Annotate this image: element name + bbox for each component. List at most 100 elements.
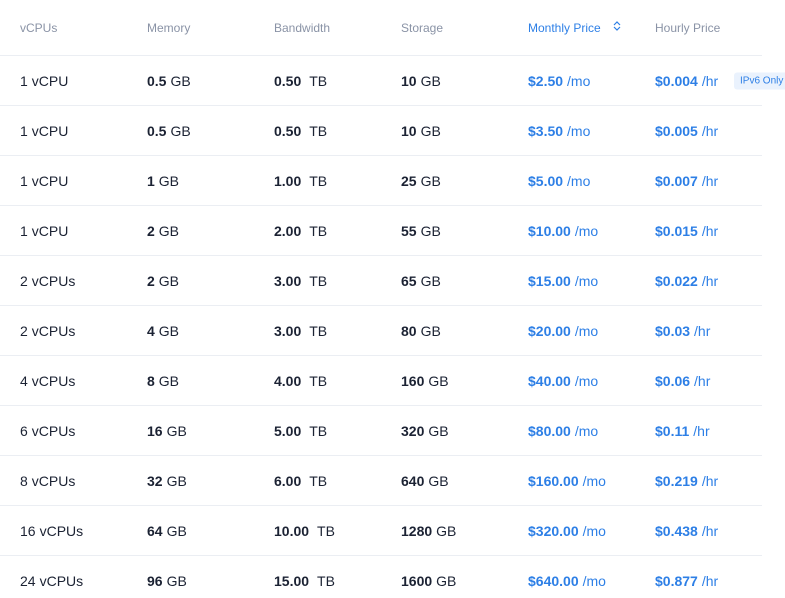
hourly-price-unit: /hr (701, 172, 719, 189)
bandwidth-value: 0.50 (274, 122, 302, 139)
monthly-price-cell: $20.00/mo (528, 306, 598, 355)
storage-value: 10 (401, 72, 417, 89)
table-row[interactable]: 2 vCPUs 4 GB 3.00 TB 80 GB $20.00/mo $0.03/h… (0, 306, 762, 356)
vcpu-count: 8 (20, 472, 28, 489)
storage-unit: GB (420, 172, 441, 189)
vcpu-unit: vCPUs (31, 322, 76, 339)
column-header-hourly-price[interactable]: Hourly Price (655, 0, 720, 55)
bandwidth-unit: TB (309, 272, 328, 289)
table-row[interactable]: 6 vCPUs 16 GB 5.00 TB 320 GB $80.00/mo $0.11… (0, 406, 762, 456)
storage-value: 80 (401, 322, 417, 339)
vcpu-cell: 16 vCPUs (20, 506, 83, 555)
vcpu-cell: 4 vCPUs (20, 356, 75, 405)
bandwidth-unit: TB (309, 72, 328, 89)
column-header-memory[interactable]: Memory (147, 0, 190, 55)
bandwidth-cell: 0.50 TB (274, 56, 327, 105)
bandwidth-cell: 5.00 TB (274, 406, 327, 455)
monthly-price-cell: $3.50/mo (528, 106, 590, 155)
monthly-price-unit: /mo (567, 72, 591, 89)
column-header-storage[interactable]: Storage (401, 0, 443, 55)
monthly-price-value: $10.00 (528, 222, 571, 239)
storage-unit: GB (420, 122, 441, 139)
memory-value: 2 (147, 272, 155, 289)
memory-value: 64 (147, 522, 163, 539)
vcpu-unit: vCPUs (31, 422, 76, 439)
vcpu-unit: vCPU (31, 172, 69, 189)
bandwidth-value: 2.00 (274, 222, 302, 239)
hourly-price-value: $0.005 (655, 122, 698, 139)
bandwidth-value: 6.00 (274, 472, 302, 489)
memory-value: 0.5 (147, 122, 167, 139)
monthly-price-value: $5.00 (528, 172, 564, 189)
memory-value: 16 (147, 422, 163, 439)
monthly-price-cell: $640.00/mo (528, 556, 606, 598)
hourly-price-value: $0.11 (655, 422, 690, 439)
hourly-price-unit: /hr (693, 422, 710, 439)
vcpu-cell: 1 vCPU (20, 106, 68, 155)
hourly-price-unit: /hr (701, 222, 719, 239)
sort-icon[interactable] (613, 21, 621, 34)
hourly-price-unit: /hr (701, 72, 719, 89)
bandwidth-unit: TB (309, 422, 328, 439)
memory-unit: GB (158, 322, 180, 339)
memory-unit: GB (158, 272, 180, 289)
hourly-price-cell: $0.007/hr (655, 156, 718, 205)
table-row[interactable]: 4 vCPUs 8 GB 4.00 TB 160 GB $40.00/mo $0.06/… (0, 356, 762, 406)
vcpu-unit: vCPUs (39, 522, 84, 539)
vcpu-cell: 1 vCPU (20, 156, 68, 205)
hourly-price-unit: /hr (701, 272, 719, 289)
monthly-price-value: $40.00 (528, 372, 571, 389)
column-header-monthly-price[interactable]: Monthly Price (528, 0, 621, 55)
vcpu-count: 6 (20, 422, 28, 439)
memory-cell: 96 GB (147, 556, 187, 598)
monthly-price-cell: $160.00/mo (528, 456, 606, 505)
vcpu-unit: vCPUs (31, 272, 76, 289)
storage-unit: GB (420, 222, 441, 239)
table-row[interactable]: 16 vCPUs 64 GB 10.00 TB 1280 GB $320.00/mo $… (0, 506, 762, 556)
storage-value: 320 (401, 422, 425, 439)
vcpu-count: 1 (20, 172, 28, 189)
column-header-bandwidth[interactable]: Bandwidth (274, 0, 330, 55)
hourly-price-value: $0.015 (655, 222, 698, 239)
vcpu-cell: 8 vCPUs (20, 456, 75, 505)
storage-cell: 10 GB (401, 106, 441, 155)
hourly-price-unit: /hr (694, 322, 711, 339)
table-row[interactable]: 24 vCPUs 96 GB 15.00 TB 1600 GB $640.00/mo $… (0, 556, 762, 598)
memory-cell: 4 GB (147, 306, 179, 355)
table-row[interactable]: 1 vCPU 2 GB 2.00 TB 55 GB $10.00/mo $0.015/h… (0, 206, 762, 256)
memory-cell: 32 GB (147, 456, 187, 505)
storage-unit: GB (420, 322, 441, 339)
vcpu-unit: vCPU (31, 72, 69, 89)
hourly-price-value: $0.219 (655, 472, 698, 489)
memory-cell: 8 GB (147, 356, 179, 405)
table-row[interactable]: 1 vCPU 0.5 GB 0.50 TB 10 GB $3.50/mo $0.005/… (0, 106, 762, 156)
memory-value: 8 (147, 372, 155, 389)
hourly-price-cell: $0.03/hr (655, 306, 710, 355)
memory-unit: GB (170, 72, 191, 89)
memory-unit: GB (170, 122, 191, 139)
vcpu-count: 2 (20, 272, 28, 289)
hourly-price-unit: /hr (694, 372, 711, 389)
bandwidth-cell: 4.00 TB (274, 356, 327, 405)
bandwidth-unit: TB (309, 372, 328, 389)
monthly-price-value: $320.00 (528, 522, 579, 539)
vcpu-cell: 2 vCPUs (20, 256, 75, 305)
vcpu-cell: 6 vCPUs (20, 406, 75, 455)
memory-value: 1 (147, 172, 155, 189)
storage-cell: 10 GB (401, 56, 441, 105)
bandwidth-cell: 2.00 TB (274, 206, 327, 255)
table-row[interactable]: 8 vCPUs 32 GB 6.00 TB 640 GB $160.00/mo $0.2… (0, 456, 762, 506)
table-row[interactable]: 2 vCPUs 2 GB 3.00 TB 65 GB $15.00/mo $0.022/… (0, 256, 762, 306)
vcpu-count: 1 (20, 222, 28, 239)
column-header-vcpus[interactable]: vCPUs (20, 0, 57, 55)
table-header: vCPUs Memory Bandwidth Storage Monthly P… (0, 0, 762, 56)
table-row[interactable]: 1 vCPU 0.5 GB 0.50 TB 10 GB $2.50/mo $0.004/… (0, 56, 785, 106)
vcpu-unit: vCPU (31, 222, 69, 239)
vcpu-unit: vCPUs (31, 372, 76, 389)
vcpu-count: 1 (20, 122, 28, 139)
monthly-price-cell: $5.00/mo (528, 156, 590, 205)
hourly-price-unit: /hr (701, 522, 719, 539)
table-row[interactable]: 1 vCPU 1 GB 1.00 TB 25 GB $5.00/mo $0.007/hr (0, 156, 762, 206)
hourly-price-cell: $0.06/hr (655, 356, 710, 405)
bandwidth-value: 4.00 (274, 372, 302, 389)
